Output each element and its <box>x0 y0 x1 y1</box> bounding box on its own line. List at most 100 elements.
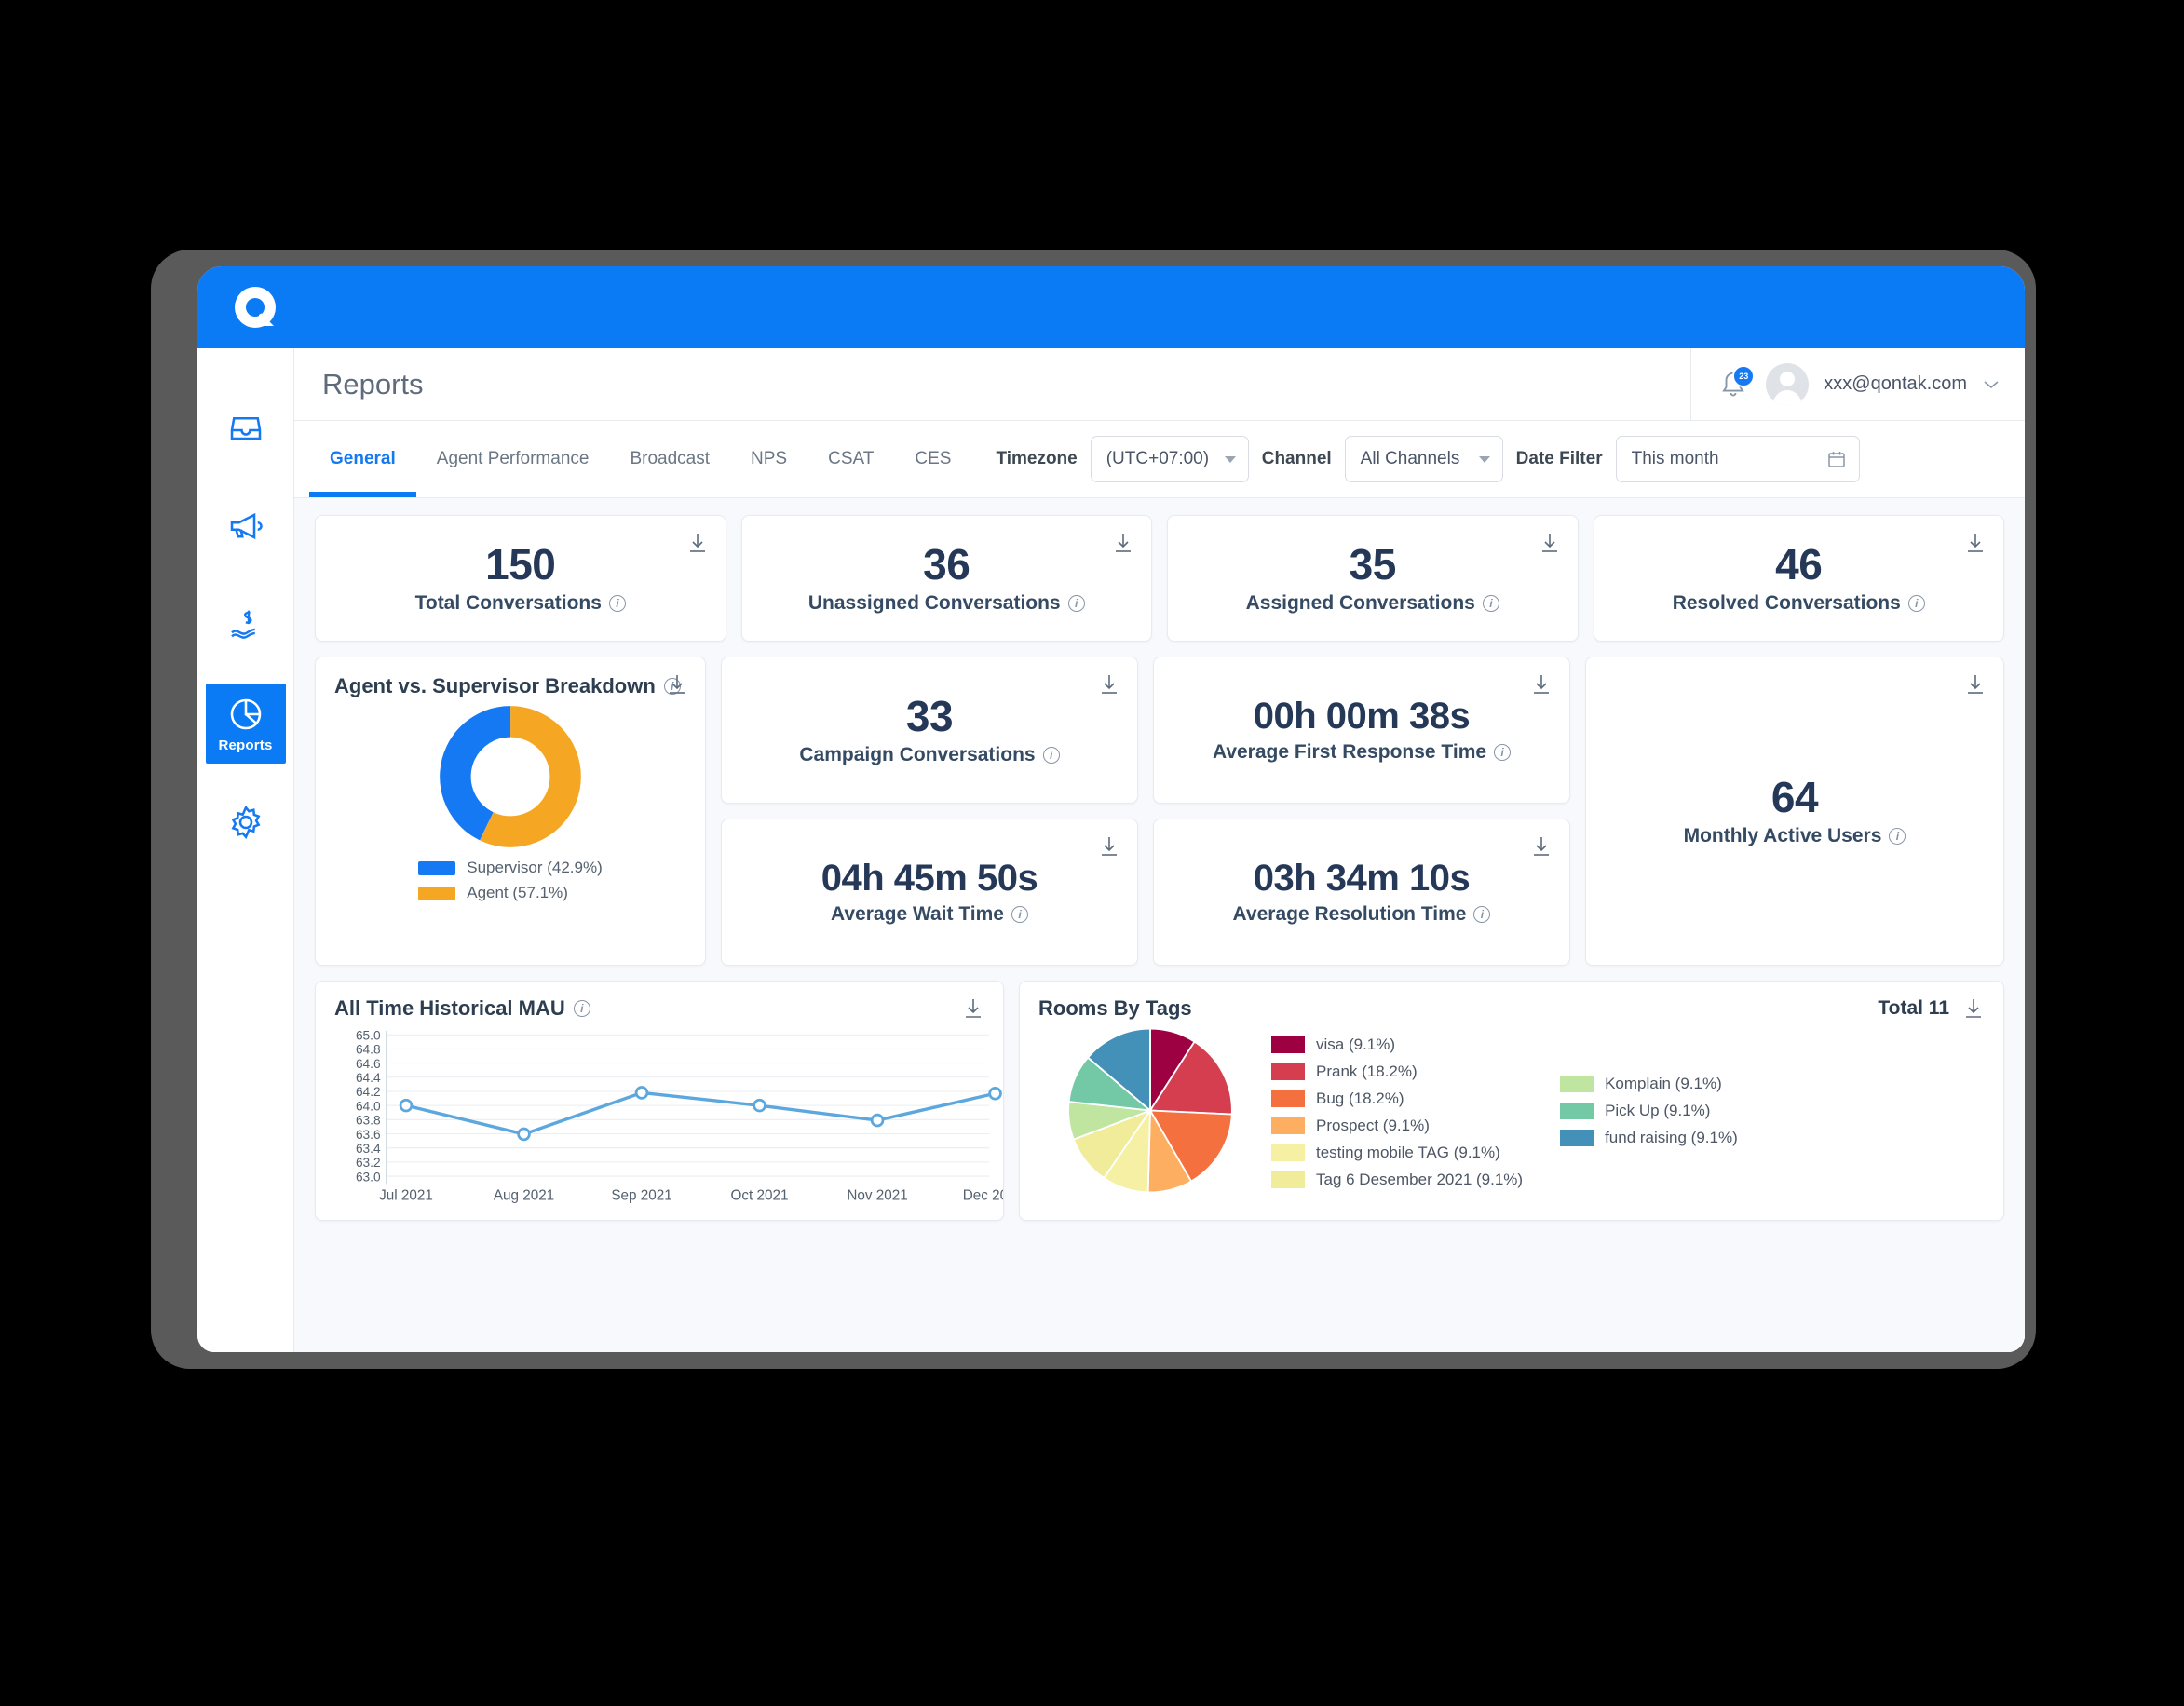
info-icon[interactable]: i <box>1067 595 1085 613</box>
legend-swatch <box>1560 1130 1594 1146</box>
info-icon[interactable]: i <box>1011 906 1028 923</box>
info-icon[interactable]: i <box>573 1000 590 1017</box>
sidebar-item-settings[interactable] <box>206 782 286 862</box>
svg-text:63.2: 63.2 <box>356 1156 381 1170</box>
download-icon[interactable] <box>1530 834 1553 859</box>
pie-chart-body: visa (9.1%) Prank (18.2%) Bug (18.2%) Pr… <box>1020 1021 2003 1197</box>
card-resolved-conversations: 46 Resolved Conversations i <box>1593 515 2004 642</box>
tab-broadcast[interactable]: Broadcast <box>609 421 730 497</box>
sidebar-item-inbox[interactable] <box>206 387 286 467</box>
download-icon[interactable] <box>1539 531 1561 555</box>
page-title: Reports <box>322 367 424 400</box>
download-icon[interactable] <box>1530 672 1553 697</box>
money-hand-icon <box>226 605 265 644</box>
info-icon[interactable]: i <box>608 595 626 613</box>
chart-title: Agent vs. Supervisor Breakdown i <box>316 657 705 698</box>
legend-swatch <box>1271 1036 1305 1053</box>
chevron-down-icon <box>1478 455 1490 463</box>
chart-header: Rooms By Tags Total 11 <box>1020 982 2003 1021</box>
pie-legend-column-2: Komplain (9.1%) Pick Up (9.1%) fund rais… <box>1560 1036 1738 1189</box>
info-icon[interactable]: i <box>1907 595 1925 613</box>
brand-bar <box>197 266 2025 348</box>
download-icon[interactable] <box>962 996 984 1021</box>
sidebar-item-billing[interactable] <box>206 585 286 665</box>
download-icon[interactable] <box>666 672 688 697</box>
donut-svg <box>440 706 581 847</box>
legend-swatch <box>418 860 456 875</box>
legend-item: Supervisor (42.9%) <box>418 859 603 877</box>
legend-swatch <box>1271 1117 1305 1134</box>
legend-item: visa (9.1%) <box>1271 1036 1523 1054</box>
kpi-value: 64 <box>1770 772 1819 821</box>
chart-header: All Time Historical MAU i <box>316 982 1003 1021</box>
info-icon[interactable]: i <box>1473 906 1491 923</box>
legend-item: Prospect (9.1%) <box>1271 1117 1523 1135</box>
kpi-label: Average First Response Time i <box>1213 741 1512 764</box>
pie-chart-icon <box>226 695 265 734</box>
download-icon[interactable] <box>1098 672 1120 697</box>
legend-swatch <box>1271 1090 1305 1107</box>
tab-nps[interactable]: NPS <box>730 421 807 497</box>
svg-text:Sep 2021: Sep 2021 <box>611 1187 671 1203</box>
kpi-label: Assigned Conversations i <box>1246 592 1499 615</box>
sidebar-item-broadcast[interactable] <box>206 486 286 566</box>
svg-text:64.0: 64.0 <box>356 1099 381 1113</box>
sidebar-item-reports[interactable]: Reports <box>205 684 286 764</box>
rooms-total-label: Total 11 <box>1878 997 1949 1019</box>
kpi-label: Monthly Active Users i <box>1684 825 1906 847</box>
legend-label: Bug (18.2%) <box>1316 1090 1404 1107</box>
legend-swatch <box>1271 1144 1305 1161</box>
kpi-value: 46 <box>1775 539 1823 589</box>
notifications-button[interactable]: 23 <box>1719 364 1756 401</box>
date-filter-input[interactable]: This month <box>1615 436 1860 482</box>
info-icon[interactable]: i <box>1889 828 1906 846</box>
svg-text:64.6: 64.6 <box>356 1057 381 1071</box>
chevron-down-icon <box>1224 455 1236 463</box>
download-icon[interactable] <box>1964 531 1987 555</box>
channel-label: Channel <box>1261 449 1332 468</box>
card-unassigned-conversations: 36 Unassigned Conversations i <box>740 515 1152 642</box>
card-average-wait-time: 04h 45m 50s Average Wait Time i <box>721 819 1138 966</box>
svg-text:63.8: 63.8 <box>356 1114 381 1128</box>
calendar-icon <box>1826 449 1847 469</box>
tab-csat[interactable]: CSAT <box>807 421 894 497</box>
tab-ces[interactable]: CES <box>894 421 971 497</box>
tab-agent-performance[interactable]: Agent Performance <box>416 421 610 497</box>
kpi-label: Unassigned Conversations i <box>808 592 1085 615</box>
main-panel: Reports 23 xxx@qontak.com General Agent … <box>294 348 2025 1352</box>
notification-badge: 23 <box>1732 364 1756 387</box>
kpi-label: Total Conversations i <box>415 592 626 615</box>
legend-item: testing mobile TAG (9.1%) <box>1271 1144 1523 1162</box>
info-icon[interactable]: i <box>1494 744 1512 761</box>
qontak-q-logo <box>231 283 279 332</box>
app-body: Reports Reports 23 xxx@qontak.com Genera… <box>197 348 2025 1352</box>
avatar[interactable] <box>1766 362 1810 406</box>
pie-legend: visa (9.1%) Prank (18.2%) Bug (18.2%) Pr… <box>1271 1024 1738 1189</box>
legend-item: Komplain (9.1%) <box>1560 1075 1738 1093</box>
svg-text:63.6: 63.6 <box>356 1128 381 1142</box>
legend-label: Tag 6 Desember 2021 (9.1%) <box>1316 1171 1524 1188</box>
kpi-value: 36 <box>923 539 970 589</box>
date-filter-value: This month <box>1631 449 1719 468</box>
legend-label: testing mobile TAG (9.1%) <box>1316 1144 1500 1161</box>
info-icon[interactable]: i <box>1482 595 1499 613</box>
download-icon[interactable] <box>1962 996 1985 1021</box>
legend-label: Prank (18.2%) <box>1316 1063 1418 1080</box>
legend-label: Prospect (9.1%) <box>1316 1117 1430 1134</box>
tab-general[interactable]: General <box>309 421 416 497</box>
download-icon[interactable] <box>1098 834 1120 859</box>
svg-text:Oct 2021: Oct 2021 <box>731 1187 789 1203</box>
chevron-down-icon[interactable] <box>1982 379 2001 390</box>
gear-icon <box>226 803 265 842</box>
svg-text:63.0: 63.0 <box>356 1170 381 1184</box>
info-icon[interactable]: i <box>1042 747 1060 765</box>
svg-text:Aug 2021: Aug 2021 <box>494 1187 554 1203</box>
download-icon[interactable] <box>686 531 709 555</box>
legend-item: Prank (18.2%) <box>1271 1063 1523 1081</box>
channel-select[interactable]: All Channels <box>1344 436 1503 482</box>
download-icon[interactable] <box>1112 531 1134 555</box>
kpi-label: Average Resolution Time i <box>1233 903 1491 926</box>
timezone-select[interactable]: (UTC+07:00) <box>1090 436 1249 482</box>
download-icon[interactable] <box>1964 672 1987 697</box>
svg-text:64.4: 64.4 <box>356 1071 381 1085</box>
